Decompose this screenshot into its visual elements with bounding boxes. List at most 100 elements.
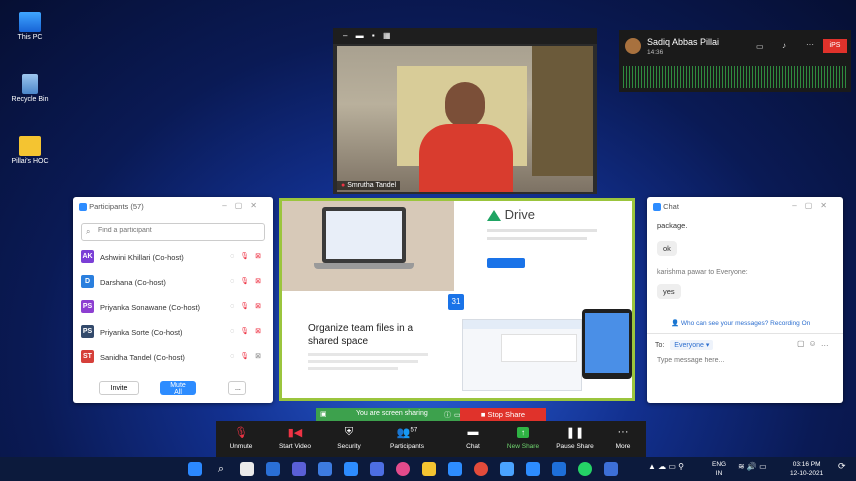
- language-indicator[interactable]: ENG IN: [712, 460, 726, 478]
- notification-icon[interactable]: ⟳: [838, 461, 846, 472]
- search-box[interactable]: ⌕: [81, 223, 265, 241]
- invite-button[interactable]: Invite: [99, 381, 139, 395]
- view-toggle-icons[interactable]: – ▬ ▪ ▦: [343, 31, 394, 40]
- participant-status-icons[interactable]: ◌ 🎙 ⊠: [230, 352, 263, 360]
- desktop-icon-label: Pillai's HOC: [11, 158, 49, 165]
- search-icon[interactable]: ⌕: [214, 462, 228, 476]
- participant-status-icons[interactable]: ◌ 🎙 ⊠: [230, 277, 263, 285]
- start-video-button[interactable]: ▮◀ Start Video: [272, 421, 318, 457]
- chat-panel: Chat –▢✕ package. ok karishma pawar to E…: [647, 197, 843, 403]
- chat-tools-icons[interactable]: ▢☺…: [797, 339, 833, 348]
- zoom-app-icon[interactable]: [344, 462, 358, 476]
- participant-row[interactable]: D Darshana (Co-host) ◌ 🎙 ⊠: [81, 272, 265, 292]
- mic-icon[interactable]: ♪: [782, 41, 786, 50]
- search-input[interactable]: [96, 226, 260, 235]
- system-tray-icons[interactable]: ≋ 🔊 ▭: [738, 462, 767, 471]
- text-line: [308, 367, 398, 370]
- chat-icon: ▬: [467, 426, 479, 438]
- toolbar-label: Pause Share: [556, 443, 594, 450]
- app-icon[interactable]: [526, 462, 540, 476]
- store-icon[interactable]: [448, 462, 462, 476]
- pause-icon: ❚❚: [565, 427, 585, 439]
- cta-button[interactable]: [487, 258, 525, 268]
- new-share-button[interactable]: ↑ New Share: [500, 421, 546, 457]
- participant-row[interactable]: PS Priyanka Sonawane (Co-host) ◌ 🎙 ⊠: [81, 297, 265, 317]
- participants-title-row: Participants (57): [79, 202, 144, 212]
- chat-bubble: ok: [657, 241, 677, 256]
- avatar: PS: [81, 300, 94, 313]
- participant-row[interactable]: ST Sanidha Tandel (Co-host) ◌ 🎙 ⊠: [81, 347, 265, 367]
- participant-status-icons[interactable]: ◌ 🎙 ⊠: [230, 327, 263, 335]
- people-icon: 👤: [671, 320, 680, 327]
- shield-icon: ⛨: [344, 426, 354, 438]
- more-button[interactable]: ...: [228, 381, 246, 395]
- app-icon[interactable]: [604, 462, 618, 476]
- participant-status-icons[interactable]: ◌ 🎙 ⊠: [230, 302, 263, 310]
- app-icon[interactable]: [500, 462, 514, 476]
- chat-bubble: yes: [657, 284, 681, 299]
- chat-input[interactable]: [655, 356, 837, 365]
- speaker-name: Sadiq Abbas Pillai: [647, 37, 720, 47]
- window-controls[interactable]: –▢✕: [792, 201, 835, 210]
- recipient-select[interactable]: Everyone ▾: [670, 340, 714, 350]
- app-icon[interactable]: [370, 462, 384, 476]
- drive-ui-header: [463, 320, 581, 329]
- mic-muted-icon: 🎙: [234, 427, 248, 439]
- app-icon[interactable]: [396, 462, 410, 476]
- unmute-button[interactable]: 🎙 Unmute: [218, 421, 264, 457]
- video-icon[interactable]: ▭: [756, 42, 764, 51]
- video-window-titlebar: – ▬ ▪ ▦: [333, 28, 597, 44]
- stop-share-button[interactable]: ■ Stop Share: [460, 408, 546, 421]
- participant-row[interactable]: AK Ashwini Khillari (Co-host) ◌ 🎙 ⊠: [81, 247, 265, 267]
- call-duration: 14:36: [647, 49, 664, 56]
- participant-status-icons[interactable]: ◌ 🎙 ⊠: [230, 252, 263, 260]
- privacy-note[interactable]: 👤 Who can see your messages? Recording O…: [671, 319, 810, 327]
- word-icon[interactable]: [318, 462, 332, 476]
- stop-share-label: Stop Share: [487, 410, 526, 419]
- person-body: [419, 124, 513, 192]
- participants-title: Participants (57): [89, 202, 144, 211]
- stop-badge[interactable]: iPS: [823, 39, 847, 53]
- zoom-icon: [653, 203, 661, 212]
- participants-icon: 👥57: [396, 427, 418, 439]
- share-icon: ↑: [500, 426, 546, 440]
- participants-button[interactable]: 👥57 Participants: [384, 421, 430, 457]
- desktop-icon-this-pc[interactable]: This PC: [8, 12, 52, 41]
- desktop-icon-folder[interactable]: Pillai's HOC: [8, 136, 52, 165]
- tray-icons[interactable]: ▲ ☁ ▭ ⚲: [648, 462, 684, 471]
- laptop-photo: [282, 201, 454, 291]
- pause-share-button[interactable]: ❚❚ Pause Share: [552, 421, 598, 457]
- file-explorer-icon[interactable]: [422, 462, 436, 476]
- desktop-icon-recycle-bin[interactable]: Recycle Bin: [8, 74, 52, 103]
- chrome-icon[interactable]: [474, 462, 488, 476]
- teams-icon[interactable]: [292, 462, 306, 476]
- to-label: To:: [655, 342, 665, 349]
- task-view-icon[interactable]: [240, 462, 254, 476]
- clock[interactable]: 03:16 PM 12-10-2021: [790, 460, 823, 478]
- avatar: AK: [81, 250, 94, 263]
- more-button[interactable]: ··· More: [600, 421, 646, 457]
- participant-name: Darshana (Co-host): [100, 278, 166, 287]
- start-icon[interactable]: [188, 462, 202, 476]
- whatsapp-icon[interactable]: [578, 462, 592, 476]
- widgets-icon[interactable]: [266, 462, 280, 476]
- more-icon[interactable]: ···: [806, 40, 814, 49]
- divider: [647, 333, 843, 334]
- door: [532, 46, 593, 176]
- window-controls[interactable]: –▢✕: [222, 201, 265, 210]
- drive-title: Drive: [504, 207, 535, 222]
- calendar-icon: 31: [448, 294, 464, 310]
- search-icon: ⌕: [86, 227, 91, 236]
- chat-button[interactable]: ▬ Chat: [450, 421, 496, 457]
- participant-row[interactable]: PS Priyanka Sorte (Co-host) ◌ 🎙 ⊠: [81, 322, 265, 342]
- stop-icon: ■: [480, 410, 486, 419]
- desktop-icon-label: This PC: [17, 34, 43, 41]
- meeting-toolbar: 🎙 Unmute ▮◀ Start Video ⛨ Security 👥57 P…: [216, 421, 646, 457]
- chat-sender: karishma pawar to Everyone:: [657, 269, 748, 276]
- region-code: IN: [715, 470, 723, 477]
- app-icon[interactable]: [552, 462, 566, 476]
- security-button[interactable]: ⛨ Security: [326, 421, 372, 457]
- mute-all-button[interactable]: Mute All: [160, 381, 196, 396]
- zoom-icon: [79, 203, 87, 212]
- person-head: [445, 82, 485, 128]
